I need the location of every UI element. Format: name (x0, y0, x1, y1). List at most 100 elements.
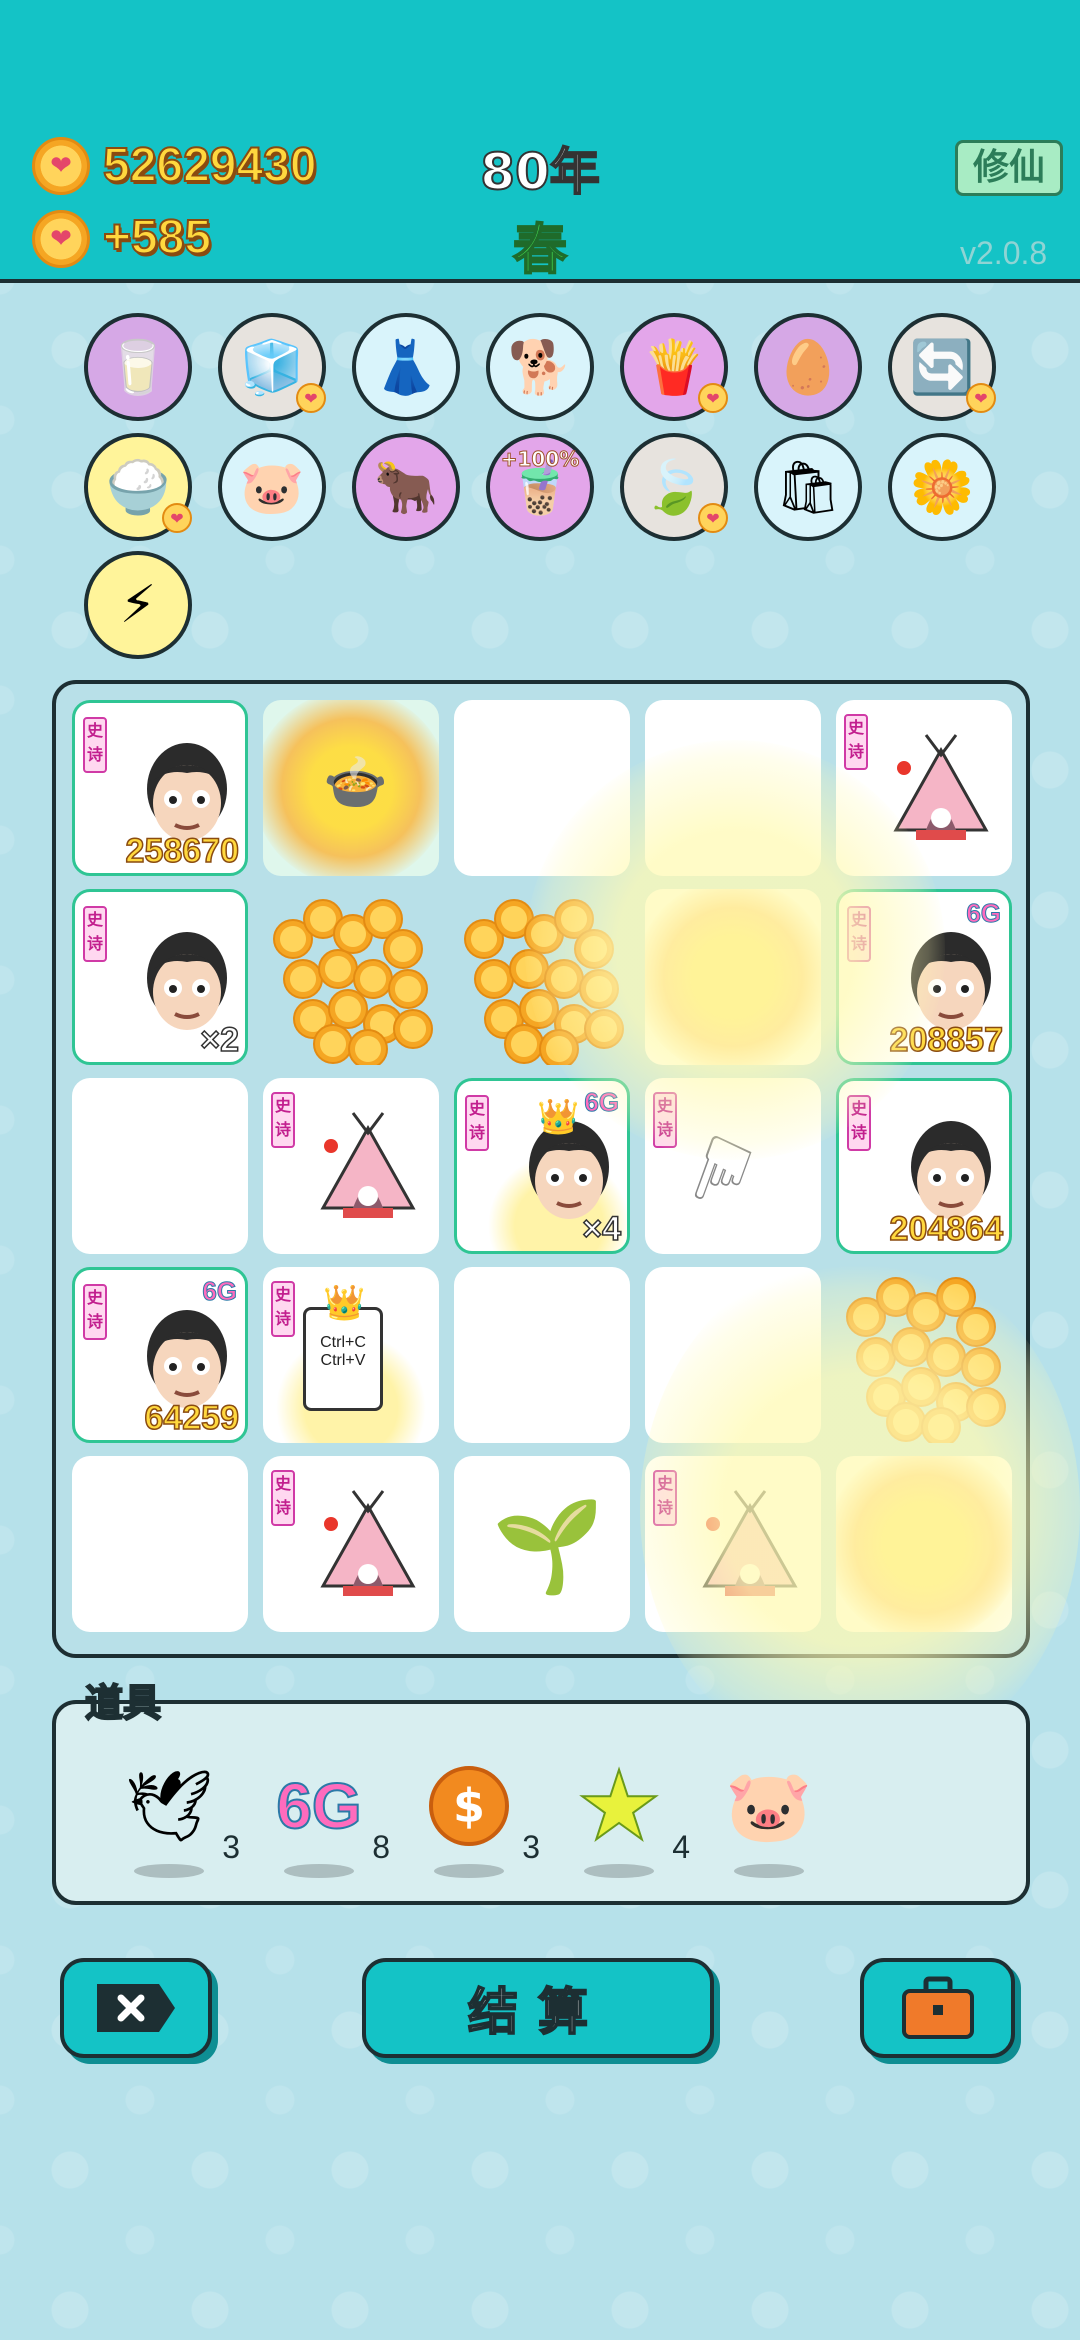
tool-shadow (284, 1864, 354, 1878)
board-cell[interactable]: 史诗 258670 (72, 700, 248, 876)
coin-icon (961, 1347, 1001, 1387)
skirt-icon[interactable]: 👗 (352, 313, 460, 421)
dove-icon[interactable]: 🕊 3 (114, 1756, 240, 1878)
epic-tag: 史诗 (271, 1470, 295, 1526)
bubble-tea-icon[interactable]: 🧋 +100% (486, 433, 594, 541)
piggy-bank-icon[interactable]: 🐷 (218, 433, 326, 541)
board-cell[interactable]: 史诗 ×2 (72, 889, 248, 1065)
leaf-icon[interactable]: 🍃 ❤ (620, 433, 728, 541)
coin-icon (388, 969, 428, 1009)
board-cell[interactable]: 史诗 204864 (836, 1078, 1012, 1254)
exit-button[interactable] (60, 1958, 212, 2058)
coin-badge-icon: ❤ (698, 503, 728, 533)
board-cell[interactable] (454, 1267, 630, 1443)
top-bar: ❤ 52629430 ❤ +585 80年 春 修仙 v2.0.8 (0, 0, 1080, 283)
board-cell[interactable]: 🍲 (263, 700, 439, 876)
leaf-icon-glyph: 🍃 (641, 457, 707, 518)
bunny-tent-icon (886, 730, 996, 850)
board-cell[interactable] (645, 889, 821, 1065)
refresh-icon[interactable]: 🔄 ❤ (888, 313, 996, 421)
cell-value: 258670 (125, 831, 240, 871)
crown-icon: 👑 (323, 1283, 366, 1323)
milk-jar-icon-glyph: 🥛 (105, 337, 171, 398)
settle-label: 结算 (467, 1982, 608, 2042)
coin-icon (318, 949, 358, 989)
board-cell[interactable]: 🌱 (454, 1456, 630, 1632)
shiba-dog-icon[interactable]: 🐕 (486, 313, 594, 421)
cell-multiplier: ×4 (581, 1209, 621, 1249)
flower-pot-icon[interactable]: 🌼 (888, 433, 996, 541)
rice-bowl-icon-glyph: 🍚 (105, 457, 171, 518)
trash-bag-icon[interactable]: 🛍 (754, 433, 862, 541)
coin-icon (966, 1387, 1006, 1427)
board-cell[interactable] (72, 1078, 248, 1254)
tool-count: 3 (522, 1829, 540, 1865)
season-label: 春 (512, 217, 568, 282)
coin-badge-icon: ❤ (966, 383, 996, 413)
lightning-icon-glyph: ⚡ (119, 575, 157, 635)
coin-icon (921, 1407, 961, 1443)
sixg-icon[interactable]: 6G 8 (264, 1756, 390, 1878)
coin-icon (891, 1327, 931, 1367)
fries-icon[interactable]: 🍟 ❤ (620, 313, 728, 421)
coin-icon (474, 959, 514, 999)
sugar-cubes-icon[interactable]: 🧊 ❤ (218, 313, 326, 421)
coin-badge-icon: ❤ (162, 503, 192, 533)
board-cell[interactable]: 史诗 (263, 1456, 439, 1632)
board-cell[interactable]: 史诗 Ctrl+C Ctrl+V 👑 (263, 1267, 439, 1443)
coin-icon (504, 1024, 544, 1064)
cultivate-button[interactable]: 修仙 (955, 140, 1063, 196)
shiba-dog-icon-glyph: 🐕 (507, 337, 573, 398)
board-cell[interactable]: 史诗 (645, 1456, 821, 1632)
board-cell[interactable] (836, 1267, 1012, 1443)
tool-shadow (434, 1864, 504, 1878)
settle-button[interactable]: 结算 (362, 1958, 714, 2058)
star-icon[interactable]: ★ 4 (564, 1749, 690, 1878)
board-cell[interactable]: 史诗 ☝ (645, 1078, 821, 1254)
epic-tag: 史诗 (271, 1281, 295, 1337)
eyepatch-egg-icon-glyph: 🥚 (775, 337, 841, 398)
epic-tag: 史诗 (847, 1095, 871, 1151)
tools-title: 道具 (84, 1680, 162, 1726)
coin-icon (574, 929, 614, 969)
board-cell[interactable] (72, 1456, 248, 1632)
coin-icon (383, 929, 423, 969)
board-cell[interactable]: 史诗 6G 64259 (72, 1267, 248, 1443)
inventory-button[interactable] (860, 1958, 1015, 2058)
milk-jar-icon[interactable]: 🥛 (84, 313, 192, 421)
board-cell[interactable] (454, 700, 630, 876)
board-cell[interactable] (263, 889, 439, 1065)
version-label: v2.0.8 (960, 235, 1048, 271)
coin-icon (313, 1024, 353, 1064)
rice-bowl-icon[interactable]: 🍚 ❤ (84, 433, 192, 541)
lightning-icon[interactable]: ⚡ (84, 551, 192, 659)
explosion-effect (836, 1456, 1012, 1632)
piggy-bank-icon[interactable]: 🐷 (714, 1756, 834, 1878)
coin-icon (956, 1307, 996, 1347)
board-cell[interactable]: 史诗 👑 6G ×4 (454, 1078, 630, 1254)
pointing-hand-icon: ☝ (678, 1111, 767, 1230)
board-cell[interactable] (454, 889, 630, 1065)
epic-tag: 史诗 (83, 1284, 107, 1340)
tool-shadow (734, 1864, 804, 1878)
tools-panel: 🕊 3 6G 8 $3 ★ 4 🐷 (52, 1700, 1030, 1905)
coin-icon: ❤ (32, 210, 90, 268)
board-cell[interactable]: 史诗 6G 208857 (836, 889, 1012, 1065)
tool-count: 4 (672, 1829, 690, 1865)
ox-card-icon-glyph: 🐂 (373, 457, 439, 518)
board-cell[interactable] (645, 1267, 821, 1443)
board-cell[interactable]: 史诗 (263, 1078, 439, 1254)
eyepatch-egg-icon[interactable]: 🥚 (754, 313, 862, 421)
coin-icon (539, 1029, 579, 1065)
epic-tag: 史诗 (653, 1470, 677, 1526)
epic-tag: 史诗 (271, 1092, 295, 1148)
coin-icon (519, 989, 559, 1029)
dollar-coin-icon[interactable]: $3 (414, 1756, 540, 1878)
cell-value: 64259 (144, 1398, 240, 1438)
ox-card-icon[interactable]: 🐂 (352, 433, 460, 541)
board-cell[interactable] (836, 1456, 1012, 1632)
coin-icon (886, 1402, 926, 1442)
board-cell[interactable] (645, 700, 821, 876)
crown-icon: 👑 (537, 1097, 580, 1137)
board-cell[interactable]: 史诗 (836, 700, 1012, 876)
